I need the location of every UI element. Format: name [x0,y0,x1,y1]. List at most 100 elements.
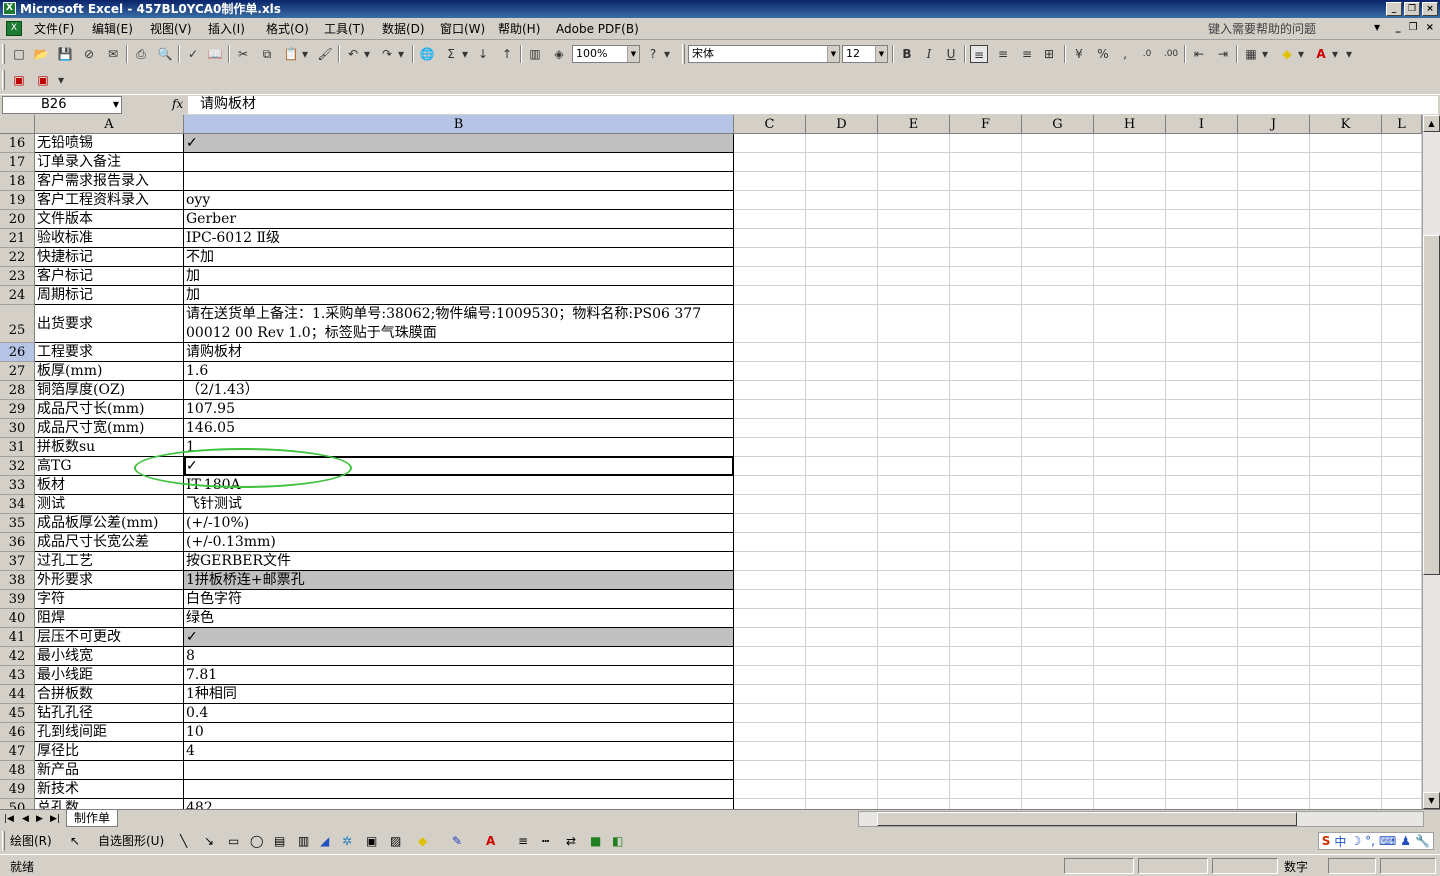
row-header[interactable]: 32 [0,457,35,476]
font-dropdown-icon[interactable]: ▼ [827,46,839,62]
menu-edit[interactable]: 编辑(E) [92,21,133,37]
undo-dropdown-icon[interactable]: ▾ [362,45,372,63]
doc-restore-icon[interactable]: ❐ [1409,22,1418,33]
toolbar-options-icon[interactable]: ▾ [1344,45,1354,63]
font-color-icon[interactable]: A [1312,45,1330,63]
align-right-icon[interactable]: ≡ [1018,45,1036,63]
row-header[interactable]: 31 [0,438,35,457]
spelling-icon[interactable]: ✓ [184,45,202,63]
merge-center-icon[interactable]: ⊞ [1040,45,1058,63]
help-dropdown-icon[interactable]: ▼ [1374,23,1380,32]
cell-value[interactable]: 请在送货单上备注：1.采购单号:38062;物件编号:1009530；物料名称:… [184,305,734,343]
vertical-scrollbar[interactable]: ▲ ▼ [1422,115,1440,809]
font-size-dropdown-icon[interactable]: ▼ [875,46,887,62]
cell-label[interactable]: 无铅喷锡 [35,134,184,153]
row-header[interactable]: 33 [0,476,35,495]
fill-color-icon[interactable]: ◆ [418,834,427,848]
column-header[interactable]: I [1166,115,1238,134]
comma-icon[interactable]: , [1116,45,1134,63]
column-header[interactable]: K [1310,115,1382,134]
copy-icon[interactable]: ⧉ [258,45,276,63]
convert-to-pdf-icon[interactable]: ▣ [10,71,28,89]
research-icon[interactable]: 📖 [206,45,224,63]
align-center-icon[interactable]: ≡ [994,45,1012,63]
row-header[interactable]: 35 [0,514,35,533]
cell-label[interactable]: 层压不可更改 [35,628,184,647]
cell-value[interactable]: 7.81 [184,666,734,685]
row-header[interactable]: 43 [0,666,35,685]
zoom-dropdown-icon[interactable]: ▼ [627,46,639,62]
menu-data[interactable]: 数据(D) [382,21,425,37]
menu-adobe-pdf[interactable]: Adobe PDF(B) [556,21,639,37]
cell-value[interactable]: 绿色 [184,609,734,628]
toolbar-grip[interactable] [2,831,5,851]
zoom-select[interactable]: 100% ▼ [572,45,640,63]
clipart-icon[interactable]: ▣ [366,834,377,848]
row-header[interactable]: 21 [0,229,35,248]
cell-label[interactable]: 总孔数 [35,799,184,809]
first-sheet-icon[interactable]: |◀ [4,812,14,826]
increase-indent-icon[interactable]: ⇥ [1214,45,1232,63]
cell-label[interactable]: 拼板数su [35,438,184,457]
insert-function-icon[interactable]: fx [172,97,183,111]
menu-view[interactable]: 视图(V) [150,21,192,37]
font-color-dropdown-icon[interactable]: ▾ [1330,45,1340,63]
line-icon[interactable]: ╲ [180,834,187,848]
scroll-down-icon[interactable]: ▼ [1423,792,1440,809]
cell-label[interactable]: 钻孔孔径 [35,704,184,723]
cell-value[interactable] [184,172,734,191]
decrease-indent-icon[interactable]: ⇤ [1190,45,1208,63]
cell-value[interactable]: 按GERBER文件 [184,552,734,571]
cell-value[interactable]: 146.05 [184,419,734,438]
menu-window[interactable]: 窗口(W) [440,21,485,37]
cell-label[interactable]: 新技术 [35,780,184,799]
column-header[interactable]: A [35,115,184,134]
cell-label[interactable]: 孔到线间距 [35,723,184,742]
cell-label[interactable]: 快捷标记 [35,248,184,267]
cell-label[interactable]: 板厚(mm) [35,362,184,381]
wrench-icon[interactable]: 🔧 [1415,834,1430,848]
row-header[interactable]: 26 [0,343,35,362]
cell-value[interactable]: ✓ [184,457,734,476]
user-icon[interactable]: ♟ [1400,834,1411,848]
cell-value[interactable]: 482 [184,799,734,809]
worksheet-grid[interactable]: ABCDEFGHIJKL 16 无铅喷锡 ✓ 17 订单录入备注 18 客户需求报告录入 19… [0,115,1440,809]
row-header[interactable]: 29 [0,400,35,419]
doc-close-icon[interactable]: × [1426,22,1434,33]
cell-label[interactable]: 成品尺寸宽(mm) [35,419,184,438]
cell-value[interactable]: oyy [184,191,734,210]
save-icon[interactable]: 💾 [56,45,74,63]
cell-value[interactable]: 8 [184,647,734,666]
cell-value[interactable]: 加 [184,267,734,286]
cell-label[interactable]: 客户需求报告录入 [35,172,184,191]
cell-label[interactable]: 厚径比 [35,742,184,761]
row-header[interactable]: 40 [0,609,35,628]
cell-label[interactable]: 客户工程资料录入 [35,191,184,210]
cell-label[interactable]: 工程要求 [35,343,184,362]
cell-value[interactable] [184,761,734,780]
help-icon[interactable]: ? [644,45,662,63]
print-preview-icon[interactable]: 🔍 [156,45,174,63]
arrow-icon[interactable]: ↘ [204,834,214,848]
cell-label[interactable]: 最小线宽 [35,647,184,666]
cell-value[interactable]: 4 [184,742,734,761]
cell-value[interactable]: 加 [184,286,734,305]
paste-dropdown-icon[interactable]: ▾ [300,45,310,63]
formula-input[interactable]: 请购板材 [188,96,1438,114]
cell-label[interactable]: 字符 [35,590,184,609]
toolbar-grip[interactable] [682,44,685,64]
oval-icon[interactable]: ◯ [250,834,263,848]
next-sheet-icon[interactable]: ▶ [36,812,43,826]
bold-icon[interactable]: B [898,45,916,63]
row-header[interactable]: 44 [0,685,35,704]
cell-label[interactable]: 铜箔厚度(OZ) [35,381,184,400]
picture-icon[interactable]: ▨ [390,834,401,848]
horizontal-scroll-thumb[interactable] [877,812,1297,826]
row-header[interactable]: 28 [0,381,35,400]
ime-mode[interactable]: 中 [1334,833,1346,850]
column-header[interactable]: J [1238,115,1310,134]
name-box-dropdown-icon[interactable]: ▼ [113,97,119,113]
cell-value[interactable] [184,153,734,172]
borders-icon[interactable]: ▦ [1242,45,1260,63]
toolbar-grip[interactable] [2,44,5,64]
